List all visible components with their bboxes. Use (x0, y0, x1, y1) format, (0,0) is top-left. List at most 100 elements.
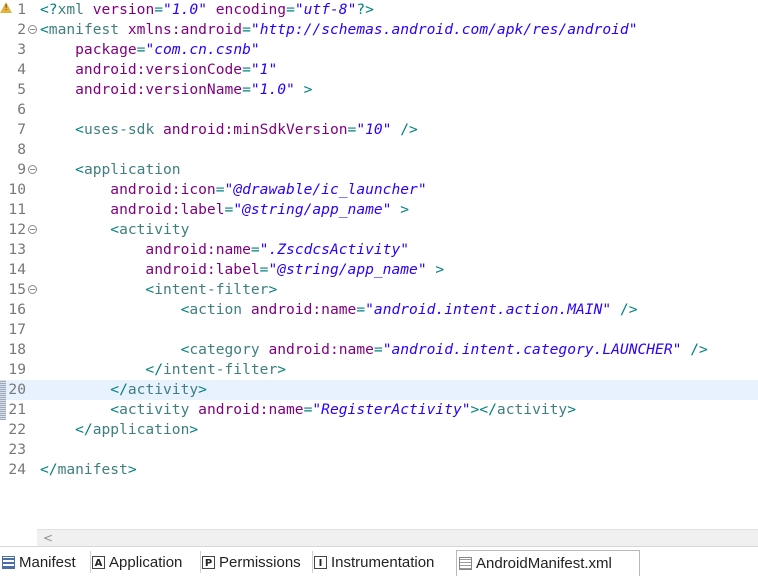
code-line[interactable]: ! 1 <?xml version="1.0" encoding="utf-8"?> (0, 0, 758, 20)
code-text[interactable]: android:icon="@drawable/ic_launcher" (40, 180, 427, 200)
code-line[interactable]: 22 </application> (0, 420, 758, 440)
code-text[interactable]: </manifest> (40, 460, 137, 480)
code-text[interactable]: <action android:name="android.intent.act… (40, 300, 638, 320)
horizontal-scrollbar[interactable]: < (37, 529, 758, 547)
code-token: /> (391, 121, 418, 138)
tab-permissions[interactable]: P Permissions (200, 551, 313, 573)
fold-toggle-icon[interactable]: − (28, 165, 37, 174)
code-token: > (127, 461, 137, 478)
code-token: < (40, 21, 49, 38)
code-line[interactable]: 23 (0, 440, 758, 460)
code-token: "@string/app_name" (268, 261, 427, 278)
code-token: android:name (198, 401, 304, 418)
code-token: android:icon (40, 181, 216, 198)
code-text[interactable]: <activity (40, 220, 189, 240)
code-text[interactable]: <?xml version="1.0" encoding="utf-8"?> (40, 0, 374, 20)
fold-toggle-icon[interactable]: − (28, 225, 37, 234)
code-line[interactable]: 24 </manifest> (0, 460, 758, 480)
tab-manifest[interactable]: Manifest (0, 551, 91, 573)
code-token: activity (496, 401, 568, 418)
code-token: package (40, 41, 137, 58)
code-line[interactable]: 9− <application (0, 160, 758, 180)
code-token: </ (479, 401, 497, 418)
code-line[interactable]: 20 </activity> (0, 380, 758, 400)
code-line[interactable]: 17 (0, 320, 758, 340)
tab-instrumentation[interactable]: I Instrumentation (312, 551, 457, 573)
code-token: = (224, 201, 234, 218)
code-line[interactable]: 7 <uses-sdk android:minSdkVersion="10" /… (0, 120, 758, 140)
code-token: "http://schemas.android.com/apk/res/andr… (250, 21, 638, 38)
code-line[interactable]: 5 android:versionName="1.0" > (0, 80, 758, 100)
code-text[interactable]: android:label="@string/app_name" > (40, 260, 444, 280)
code-text[interactable]: <application (40, 160, 180, 180)
line-number: 1 (17, 1, 26, 18)
code-text[interactable]: android:label="@string/app_name" > (40, 200, 409, 220)
code-token: = (250, 241, 260, 258)
code-token: = (286, 1, 295, 18)
tab-label: Instrumentation (331, 553, 435, 571)
tab-application[interactable]: A Application (90, 551, 201, 573)
fold-toggle-icon[interactable]: − (28, 25, 37, 34)
line-number: 11 (8, 201, 26, 218)
code-token: = (356, 301, 366, 318)
code-text[interactable]: android:versionCode="1" (40, 60, 277, 80)
code-line[interactable]: 19 </intent-filter> (0, 360, 758, 380)
code-token: < (40, 401, 120, 418)
code-token: android:versionName (40, 81, 243, 98)
code-token: = (347, 121, 357, 138)
line-number: 23 (8, 441, 26, 458)
code-line[interactable]: 2− <manifest xmlns:android="http://schema… (0, 20, 758, 40)
line-number: 14 (8, 261, 26, 278)
code-token: < (40, 221, 120, 238)
code-token: "utf-8" (294, 1, 357, 18)
code-text[interactable]: android:name=".ZscdcsActivity" (40, 240, 409, 260)
code-text[interactable]: <manifest xmlns:android="http://schemas.… (40, 20, 638, 40)
code-editor[interactable]: ! 1 <?xml version="1.0" encoding="utf-8"?>… (0, 0, 758, 529)
code-token: > (391, 201, 410, 218)
code-token: xml (57, 1, 93, 18)
code-token: android:name (250, 301, 357, 318)
code-text[interactable]: <category android:name="android.intent.c… (40, 340, 708, 360)
code-line[interactable]: 21 <activity android:name="RegisterActiv… (0, 400, 758, 420)
code-line[interactable]: 11 android:label="@string/app_name" > (0, 200, 758, 220)
code-text[interactable]: </intent-filter> (40, 360, 286, 380)
line-number: 22 (8, 421, 26, 438)
code-text[interactable]: <activity android:name="RegisterActivity… (40, 400, 576, 420)
code-text[interactable]: package="com.cn.csnb" (40, 40, 260, 60)
code-line[interactable]: 6 (0, 100, 758, 120)
code-line[interactable]: 16 <action android:name="android.intent.… (0, 300, 758, 320)
code-token: "@drawable/ic_launcher" (224, 181, 427, 198)
code-token: > (294, 81, 313, 98)
code-line[interactable]: 15− <intent-filter> (0, 280, 758, 300)
code-token: "1" (250, 61, 278, 78)
code-line[interactable]: 8 (0, 140, 758, 160)
code-line[interactable]: 10 android:icon="@drawable/ic_launcher" (0, 180, 758, 200)
manifest-icon (2, 555, 15, 569)
code-line[interactable]: 18 <category android:name="android.inten… (0, 340, 758, 360)
code-text[interactable]: android:versionName="1.0" > (40, 80, 312, 100)
code-token: > (198, 381, 207, 398)
code-line[interactable]: 3 package="com.cn.csnb" (0, 40, 758, 60)
code-token: manifest (57, 461, 128, 478)
code-token: > (189, 421, 199, 438)
permissions-icon: P (202, 555, 215, 569)
code-text[interactable]: <intent-filter> (40, 280, 277, 300)
code-line[interactable]: 14 android:label="@string/app_name" > (0, 260, 758, 280)
code-token: android:label (40, 261, 260, 278)
code-text[interactable]: </activity> (40, 380, 207, 400)
code-text[interactable]: <uses-sdk android:minSdkVersion="10" /> (40, 120, 418, 140)
code-token: intent-filter (154, 281, 269, 298)
code-line[interactable]: 4 android:versionCode="1" (0, 60, 758, 80)
code-text[interactable]: </application> (40, 420, 198, 440)
application-icon: A (92, 555, 105, 569)
line-number: 12 (8, 221, 26, 238)
tab-androidmanifest-xml[interactable]: AndroidManifest.xml (456, 550, 640, 576)
code-token: xmlns:android (127, 21, 243, 38)
code-token: </ (40, 461, 58, 478)
code-line[interactable]: 13 android:name=".ZscdcsActivity" (0, 240, 758, 260)
fold-toggle-icon[interactable]: − (28, 285, 37, 294)
scroll-left-arrow-icon[interactable]: < (43, 531, 53, 545)
code-token: </ (40, 381, 128, 398)
code-line[interactable]: 12− <activity (0, 220, 758, 240)
code-token: android:name (268, 341, 374, 358)
